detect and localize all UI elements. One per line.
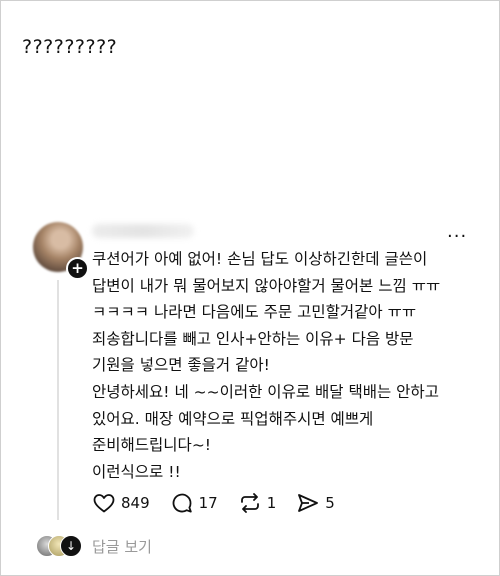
repost-count: 1 [266, 494, 277, 512]
action-bar: 849 17 1 5 [92, 489, 355, 517]
post-line: 답변이 내가 뭐 물어보지 않아야할거 물어본 느낌 ㅠㅠ [92, 276, 441, 295]
chevron-down-icon: ↓ [60, 535, 82, 557]
heart-icon [93, 494, 115, 513]
repost-icon [240, 493, 259, 513]
caption-text: ????????? [22, 36, 118, 58]
username-redacted[interactable] [92, 224, 194, 238]
comment-icon [172, 493, 192, 513]
view-replies-link[interactable]: 답글 보기 [92, 536, 152, 557]
post-line: ㅋㅋㅋㅋ 나라면 다음에도 주문 고민할거같아 ㅠㅠ [92, 303, 417, 322]
post-line: 준비해드립니다~! [92, 436, 212, 455]
post-line: 기원을 넣으면 좋을거 같아! [92, 356, 270, 375]
post-line: 있어요. 매장 예약으로 픽업해주시면 예쁘게 [92, 409, 374, 428]
share-count: 5 [325, 494, 335, 512]
share-button[interactable]: 5 [296, 491, 335, 515]
thread-line [57, 280, 59, 520]
follow-plus-icon[interactable]: + [66, 257, 89, 280]
post-line: 죄송합니다를 빼고 인사+안하는 이유+ 다음 방문 [92, 329, 414, 348]
comment-button[interactable]: 17 [170, 491, 218, 515]
post-body: 쿠션어가 아예 없어! 손님 답도 이상하긴한데 글쓴이 답변이 내가 뭐 물어… [92, 246, 482, 485]
post-line: 안녕하세요! 네 ~~이러한 이유로 배달 택배는 안하고 [92, 382, 439, 401]
like-button[interactable]: 849 [92, 491, 150, 515]
comment-count: 17 [198, 494, 218, 512]
more-icon[interactable]: ··· [447, 226, 467, 247]
post-line: 쿠션어가 아예 없어! 손님 답도 이상하긴한데 글쓴이 [92, 250, 428, 268]
share-icon [298, 494, 319, 512]
repost-button[interactable]: 1 [238, 491, 277, 515]
post-line: 이런식으로 !! [92, 462, 181, 481]
like-count: 849 [121, 494, 150, 512]
reply-avatars[interactable]: ↓ [36, 535, 86, 557]
